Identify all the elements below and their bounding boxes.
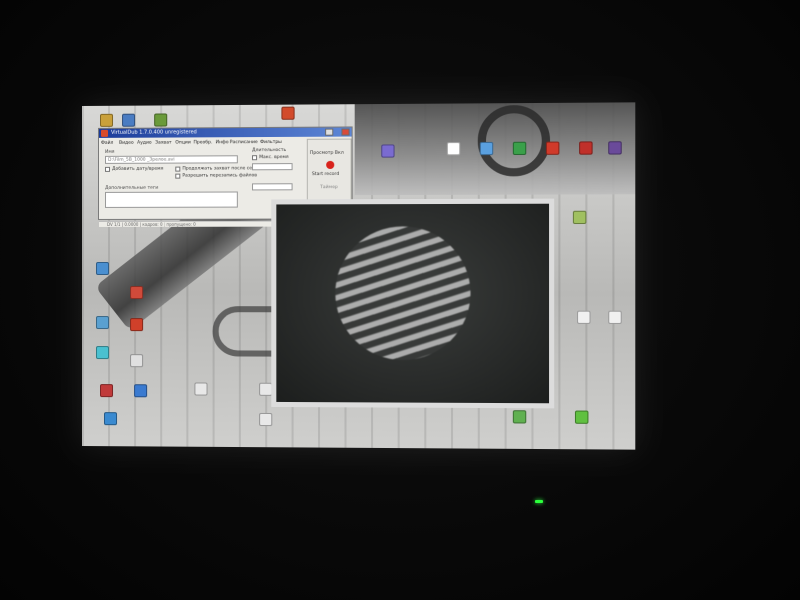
camera-feed <box>276 203 550 404</box>
desktop-icon[interactable] <box>608 141 622 155</box>
desktop-icon[interactable] <box>545 141 560 155</box>
additional-tags-label: Дополнительные теги <box>105 185 159 191</box>
desktop-icon[interactable] <box>574 410 589 424</box>
desktop-icon[interactable] <box>104 412 118 426</box>
tab-options[interactable]: Опции <box>175 139 191 147</box>
desktop-icon[interactable] <box>512 410 527 424</box>
app-title-bar[interactable]: VirtualDub 1.7.0.400 unregistered <box>99 127 352 138</box>
name-label: Имя <box>105 149 115 155</box>
wallpaper-wheel <box>477 104 551 177</box>
desktop-icon[interactable] <box>95 316 110 330</box>
desktop-icon[interactable] <box>154 113 168 127</box>
tab-capture[interactable]: Захват <box>155 140 171 148</box>
filename-field[interactable]: D:\Film_5B_1000 _Зрелое.avi <box>105 155 238 164</box>
desktop-icon[interactable] <box>100 384 114 398</box>
record-indicator <box>326 160 335 169</box>
desktop-icon[interactable] <box>122 113 136 127</box>
tab-convert[interactable]: Преобр. <box>193 139 212 147</box>
desktop-icon[interactable] <box>95 261 110 275</box>
desktop-icon[interactable] <box>100 113 114 127</box>
add-datetime-checkbox[interactable] <box>105 166 111 172</box>
video-preview-window[interactable] <box>271 198 555 409</box>
desktop-icon[interactable] <box>194 382 208 396</box>
desktop-icon[interactable] <box>130 354 144 368</box>
desktop-icon[interactable] <box>608 310 622 324</box>
desktop-icon[interactable] <box>281 106 295 120</box>
overwrite-checkbox[interactable] <box>175 173 181 179</box>
max-time-field[interactable] <box>252 163 293 171</box>
tab-video[interactable]: Видео <box>119 140 134 148</box>
desktop-icon[interactable] <box>130 318 144 332</box>
desktop-icon[interactable] <box>381 144 395 158</box>
desktop-icon[interactable] <box>134 384 148 398</box>
duration-label: Длительность <box>252 147 287 154</box>
max-time-label: Макс. время <box>259 155 289 161</box>
desktop-icon[interactable] <box>572 210 587 225</box>
start-record-button[interactable]: Start record <box>312 172 339 177</box>
desktop-icon[interactable] <box>577 310 591 324</box>
tab-schedule[interactable]: Расписание <box>230 139 258 147</box>
continue-capture-label: Продолжать захват после сессии <box>182 166 263 172</box>
app-title: VirtualDub 1.7.0.400 unregistered <box>111 129 197 136</box>
app-tab-bar: Файл Видео Аудио Захват Опции Преобр. Ин… <box>101 139 282 148</box>
additional-tags-field[interactable] <box>105 191 238 208</box>
max-time-checkbox[interactable] <box>252 155 258 161</box>
minimize-button[interactable] <box>325 128 334 136</box>
desktop-icon[interactable] <box>446 142 461 156</box>
desktop-icon[interactable] <box>130 286 144 300</box>
continue-capture-checkbox[interactable] <box>175 166 181 172</box>
max-size-field[interactable] <box>252 183 293 191</box>
monitor-screen: VirtualDub 1.7.0.400 unregistered Файл В… <box>82 102 636 450</box>
close-button[interactable] <box>341 128 350 136</box>
desktop-icon[interactable] <box>512 141 527 156</box>
tab-info[interactable]: Инфо <box>216 139 229 147</box>
desktop-icon[interactable] <box>95 346 110 360</box>
desktop-icon[interactable] <box>579 141 593 155</box>
app-icon <box>101 129 109 137</box>
monitor-power-led <box>535 500 543 503</box>
preview-toggle-label[interactable]: Просмотр Вкл <box>310 151 344 156</box>
tab-file[interactable]: Файл <box>101 140 113 148</box>
desktop-icon[interactable] <box>259 412 273 427</box>
tab-audio[interactable]: Аудио <box>137 140 152 148</box>
desktop-icon[interactable] <box>479 141 494 156</box>
interference-pattern <box>335 226 471 361</box>
add-datetime-label: Добавить дату/время <box>112 166 164 172</box>
timer-label: Таймер <box>320 185 338 191</box>
tab-filters[interactable]: Фильтры <box>260 139 282 147</box>
overwrite-label: Разрешить перезапись файлов <box>182 173 258 179</box>
